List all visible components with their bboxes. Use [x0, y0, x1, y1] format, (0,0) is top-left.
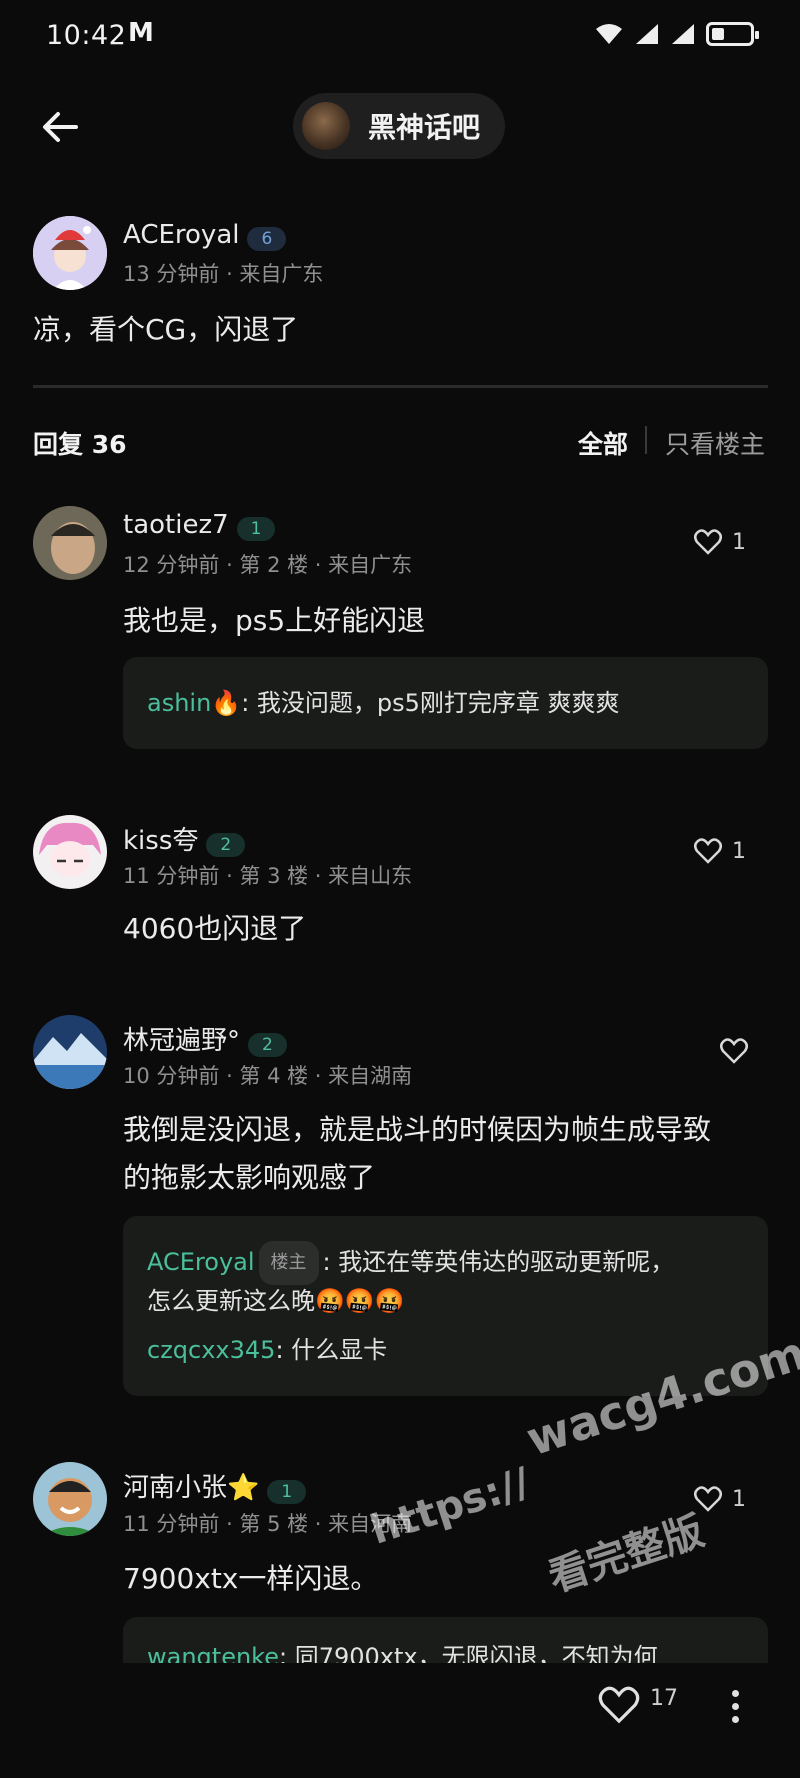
reply-avatar-kiss[interactable]	[33, 815, 107, 889]
sub-reply-text: : 什么显卡	[275, 1336, 388, 1364]
reply-like-count: 1	[732, 1486, 746, 1512]
reply-author-row: 河南小张⭐ 1	[123, 1467, 307, 1504]
reply-avatar-image	[33, 1462, 107, 1536]
more-options-icon[interactable]	[725, 1690, 745, 1730]
reply-like-button[interactable]: 1	[694, 838, 746, 864]
op-avatar[interactable]	[33, 216, 107, 290]
reply-avatar-image	[33, 1015, 107, 1089]
sub-reply-user[interactable]: ashin🔥	[147, 689, 241, 717]
sub-reply-user[interactable]: czqcxx345	[147, 1336, 275, 1364]
reply-like-count: 1	[732, 529, 746, 555]
reply-author-name[interactable]: taotiez7	[123, 510, 229, 540]
heart-icon	[598, 1686, 640, 1724]
reply-level-badge: 2	[248, 1032, 287, 1057]
sub-reply: ACEroyal 楼主: 我还在等英伟达的驱动更新呢，	[147, 1241, 674, 1285]
back-arrow-icon[interactable]	[36, 102, 86, 152]
bottom-bar	[0, 1663, 800, 1778]
heart-icon	[694, 838, 722, 864]
status-time: 10:42	[46, 20, 127, 51]
signal-icon-2	[672, 24, 694, 44]
reply-meta: 12 分钟前 · 第 2 楼 · 来自广东	[123, 553, 413, 577]
reply-content-line1: 我倒是没闪退，就是战斗的时候因为帧生成导致	[123, 1113, 712, 1146]
gmail-notification-icon: M	[128, 18, 154, 48]
reply-meta: 11 分钟前 · 第 3 楼 · 来自山东	[123, 864, 413, 888]
reply-content: 我也是，ps5上好能闪退	[123, 604, 426, 637]
bottom-like-button[interactable]: 17	[598, 1686, 678, 1724]
reply-meta: 10 分钟前 · 第 4 楼 · 来自湖南	[123, 1064, 413, 1088]
op-author-row: ACEroyal 6	[123, 220, 287, 251]
signal-icon	[636, 24, 658, 44]
battery-icon	[706, 22, 759, 46]
reply-author-row: kiss夸 2	[123, 820, 246, 857]
reply-level-badge: 1	[267, 1479, 307, 1504]
sub-reply-text: : 我没问题，ps5刚打完序章 爽爽爽	[241, 689, 620, 717]
op-content: 凉，看个CG，闪退了	[33, 313, 299, 346]
op-avatar-image	[33, 216, 107, 290]
wifi-icon	[596, 24, 622, 44]
reply-author-name[interactable]: 河南小张⭐	[123, 1473, 259, 1503]
forum-avatar	[302, 102, 350, 150]
reply-avatar-image	[33, 815, 107, 889]
reply-avatar-image	[33, 506, 107, 580]
reply-like-count: 1	[732, 838, 746, 864]
reply-author-row: 林冠遍野° 2	[123, 1020, 287, 1057]
watermark-protocol: https://	[365, 1459, 536, 1554]
angry-emoji: 🤬🤬🤬	[315, 1287, 405, 1315]
reply-avatar-taotiez7[interactable]	[33, 506, 107, 580]
watermark-caption: 看完整版	[543, 1508, 710, 1602]
heart-icon	[720, 1038, 748, 1064]
reply-level-badge: 2	[206, 832, 246, 857]
reply-content: 4060也闪退了	[123, 912, 307, 945]
reply-avatar-linguan[interactable]	[33, 1015, 107, 1089]
heart-icon	[694, 529, 722, 555]
reply-author-name[interactable]: 林冠遍野°	[123, 1026, 240, 1056]
filter-op-only-tab[interactable]: 只看楼主	[665, 425, 765, 461]
forum-name: 黑神话吧	[368, 111, 481, 144]
reply-avatar-henan[interactable]	[33, 1462, 107, 1536]
reply-like-button[interactable]: 1	[694, 529, 746, 555]
reply-like-button[interactable]	[720, 1038, 748, 1064]
sub-reply-user[interactable]: ACEroyal	[147, 1248, 255, 1276]
replies-count: 回复 36	[33, 430, 127, 459]
status-icons	[594, 22, 759, 46]
sub-reply-continued: 怎么更新这么晚🤬🤬🤬	[147, 1281, 405, 1321]
sub-reply-box[interactable]: ashin🔥: 我没问题，ps5刚打完序章 爽爽爽	[123, 657, 768, 749]
op-tag: 楼主	[258, 1241, 319, 1285]
sub-reply-text: 怎么更新这么晚	[147, 1287, 315, 1315]
reply-level-badge: 1	[236, 516, 276, 541]
reply-author-row: taotiez7 1	[123, 510, 276, 541]
op-author-name[interactable]: ACEroyal	[123, 220, 239, 250]
reply-author-name[interactable]: kiss夸	[123, 826, 198, 856]
sub-reply-text: : 我还在等英伟达的驱动更新呢，	[322, 1248, 675, 1276]
forum-pill[interactable]: 黑神话吧	[293, 93, 505, 159]
reply-content: 7900xtx一样闪退。	[123, 1562, 379, 1595]
bottom-like-count: 17	[650, 1685, 678, 1711]
filter-separator	[645, 426, 647, 454]
sub-reply: ashin🔥: 我没问题，ps5刚打完序章 爽爽爽	[147, 683, 620, 723]
op-level-badge: 6	[247, 226, 287, 251]
filter-all-tab[interactable]: 全部	[578, 425, 628, 461]
reply-content-line2: 的拖影太影响观感了	[123, 1161, 376, 1194]
op-meta: 13 分钟前 · 来自广东	[123, 262, 324, 286]
divider	[33, 385, 768, 388]
sub-reply: czqcxx345: 什么显卡	[147, 1330, 387, 1370]
reply-like-button[interactable]: 1	[694, 1486, 746, 1512]
heart-icon	[694, 1486, 722, 1512]
